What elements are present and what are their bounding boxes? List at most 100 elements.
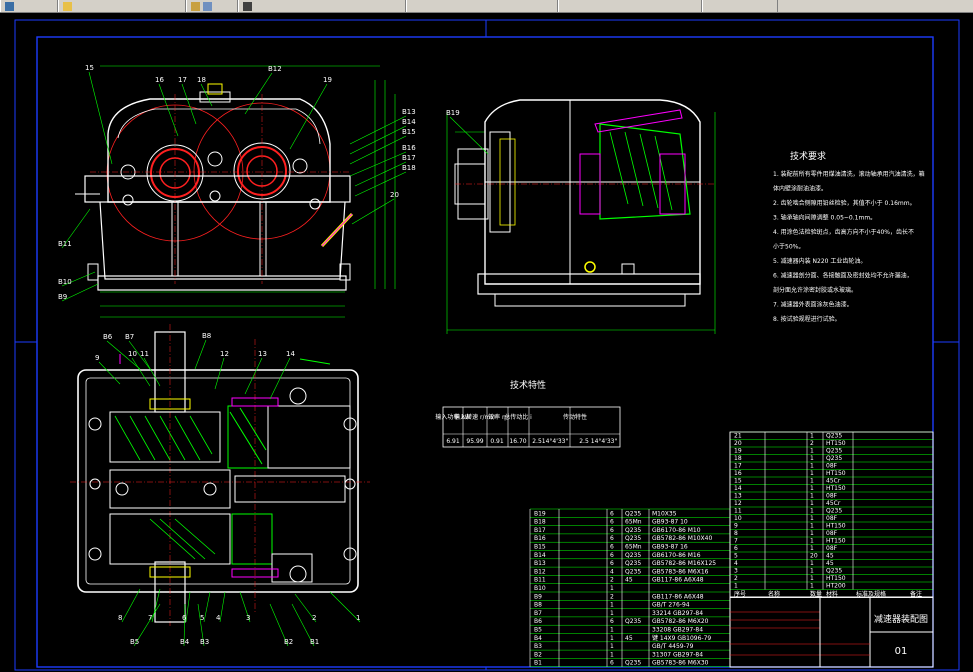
tech-req-line: 2. 齿轮啮合侧隙用铅丝检验，其值不小于 0.16mm。 <box>773 199 916 207</box>
bom-cell: 1 <box>610 651 614 658</box>
bom-cell: Q235 <box>625 535 641 542</box>
bom-cell: GB117-86 A6X48 <box>652 593 704 600</box>
bom-cell: Q235 <box>826 448 842 455</box>
taskbar-item[interactable] <box>558 0 702 12</box>
bom-cell: B3 <box>534 643 542 650</box>
callout-leader <box>98 361 121 385</box>
bom-cell: B19 <box>534 510 546 517</box>
bom-cell: 1 <box>810 515 814 522</box>
callout-label: 12 <box>220 350 229 358</box>
callout-leader <box>244 357 263 395</box>
bom-cell: HT150 <box>826 440 846 447</box>
taskbar-item[interactable] <box>702 0 778 12</box>
callout-leader <box>181 83 197 125</box>
callout-label: 20 <box>390 191 399 199</box>
taskbar-item[interactable] <box>186 0 238 12</box>
callout-leader <box>121 588 141 623</box>
callout-label: 4 <box>216 614 221 622</box>
tech-req-line: 3. 轴承轴向间隙调整 0.05~0.1mm。 <box>773 214 876 222</box>
bom-cell: 6 <box>610 560 614 567</box>
callout-label: 9 <box>95 354 99 362</box>
callout-label: B7 <box>125 333 134 341</box>
bom-cell: B13 <box>534 560 546 567</box>
callout-label: B1 <box>310 638 319 646</box>
bom-cell: B5 <box>534 627 542 634</box>
bom-cell: 1 <box>810 448 814 455</box>
title-number: 01 <box>895 646 908 657</box>
bom-cell: GB93-87 16 <box>652 544 688 551</box>
callout-leader <box>194 339 207 370</box>
callout-leader <box>88 71 113 165</box>
callout-leader <box>244 72 273 115</box>
bom-cell: 1 <box>810 523 814 530</box>
bom-cell: B16 <box>534 535 546 542</box>
callout-leader <box>449 116 489 155</box>
taskbar-item[interactable] <box>58 0 186 12</box>
tech-req-line: 5. 减速器内装 N220 工业齿轮油。 <box>773 257 866 265</box>
bom-cell: 1 <box>810 485 814 492</box>
tech-char-title: 技术特性 <box>510 379 546 391</box>
bom-cell: GB6170-86 M16 <box>652 552 701 559</box>
bom-right-table: 21 1 Q23520 2 HT15019 1 Q23518 1 Q23517 1 08F16 1 HT… <box>729 431 934 598</box>
taskbar-item[interactable] <box>406 0 558 12</box>
top-view <box>70 324 370 626</box>
tech-char-value: 14°4'33" <box>542 438 569 445</box>
cad-drawing-canvas[interactable]: 技术要求 1. 装配前所有零件用煤油清洗，滚动轴承用汽油清洗，箱 体内壁涂耐油油… <box>0 14 973 672</box>
taskbar-item[interactable] <box>238 0 406 12</box>
bom-cell: GB117-86 A6X48 <box>652 577 704 584</box>
bom-cell: 1 <box>810 583 814 590</box>
callout-leader <box>185 591 191 623</box>
bom-cell: 8 <box>734 530 738 537</box>
tech-req-line: 体内壁涂耐油油漆。 <box>773 185 827 193</box>
callout-leader <box>203 591 211 623</box>
bom-cell: 6 <box>610 527 614 534</box>
bom-cell: 2 <box>610 577 614 584</box>
bom-cell: Q235 <box>625 527 641 534</box>
bom-cell: 6 <box>610 544 614 551</box>
callout-label: 8 <box>118 614 122 622</box>
callout-label: B14 <box>402 118 416 126</box>
bom-cell: 3 <box>734 568 738 575</box>
cube-icon <box>203 1 212 11</box>
window-icon <box>243 1 252 11</box>
bom-cell: GB5782-86 M6X20 <box>652 618 709 625</box>
bom-cell: 1 <box>810 568 814 575</box>
callout-leader <box>354 161 407 187</box>
taskbar-item[interactable] <box>0 0 58 12</box>
bom-cell: 17 <box>734 463 742 470</box>
bom-cell: GB5782-86 M10X40 <box>652 535 712 542</box>
callout-label: 3 <box>246 614 250 622</box>
tech-req-line: 小于50%。 <box>773 243 804 251</box>
callout-label: 10 <box>128 350 137 358</box>
tech-char-value: 2.5 <box>532 438 542 445</box>
bom-cell: 08F <box>826 493 838 500</box>
bom-cell: 1 <box>810 508 814 515</box>
bom-cell: 1 <box>610 585 614 592</box>
tech-char-header: 总传动比 i <box>504 413 532 421</box>
bom-cell: HT150 <box>826 470 846 477</box>
callout-label: 15 <box>85 64 94 72</box>
callout-label: B10 <box>58 278 72 286</box>
bom-cell: 1 <box>810 455 814 462</box>
callout-label: B11 <box>58 240 72 248</box>
callout-label: 16 <box>155 76 164 84</box>
bom-cell: B4 <box>534 635 542 642</box>
title-block: 减速器装配图 01 <box>729 596 934 668</box>
callout-label: 14 <box>286 350 295 358</box>
bom-cell: 6 <box>610 510 614 517</box>
callout-leader <box>131 357 151 387</box>
callout-label: B17 <box>402 154 416 162</box>
bom-cell: 2 <box>610 593 614 600</box>
bom-cell: B8 <box>534 602 542 609</box>
callout-leader <box>351 198 395 225</box>
bom-cell: 6 <box>610 519 614 526</box>
bom-cell: Q235 <box>826 455 842 462</box>
callout-label: 17 <box>178 76 187 84</box>
tech-char-value: 6.91 <box>446 438 460 445</box>
bom-cell: HT150 <box>826 485 846 492</box>
tech-req-line: 6. 减速器剖分面、各接触面及密封处均不允许漏油， <box>773 272 913 280</box>
app-icon <box>5 1 14 11</box>
bom-cell: 1 <box>610 627 614 634</box>
tech-char-value: 2.5 <box>579 438 589 445</box>
bom-cell: 1 <box>810 463 814 470</box>
